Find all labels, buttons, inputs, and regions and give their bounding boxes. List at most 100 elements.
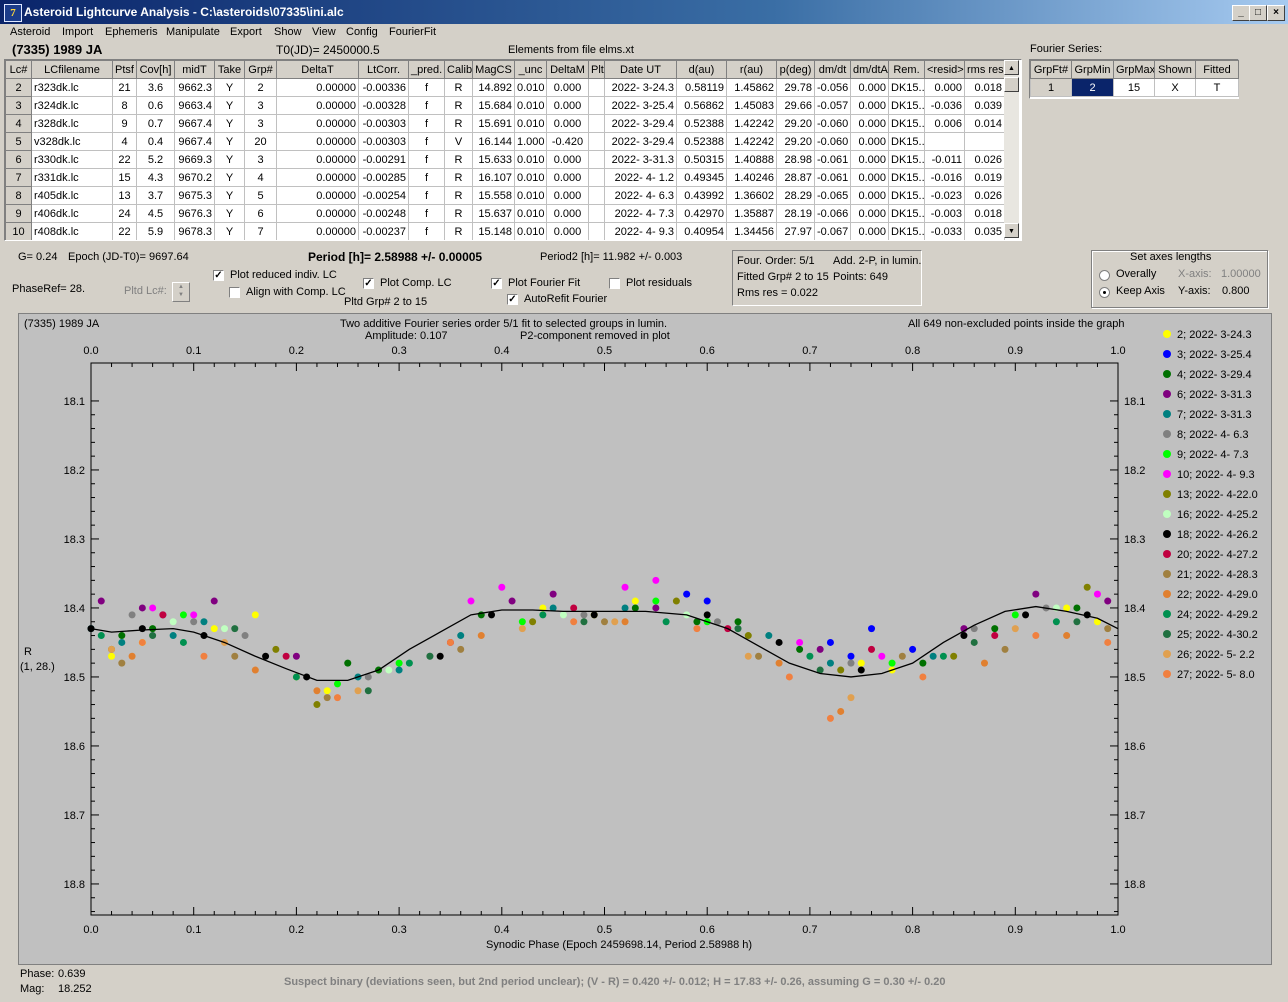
data-point	[354, 687, 362, 695]
data-point	[518, 625, 526, 633]
data-point	[960, 632, 968, 640]
legend-marker	[1163, 650, 1171, 658]
data-point	[580, 618, 588, 626]
data-point	[1104, 638, 1112, 646]
data-point	[1073, 604, 1081, 612]
data-point	[149, 604, 157, 612]
data-point	[97, 632, 105, 640]
data-point	[395, 666, 403, 674]
data-point	[549, 590, 557, 598]
data-point	[179, 611, 187, 619]
x-tick-label: 0.5	[597, 924, 612, 936]
data-point	[539, 611, 547, 619]
data-point	[755, 652, 763, 660]
data-point	[210, 597, 218, 605]
data-point	[919, 673, 927, 681]
data-point	[426, 652, 434, 660]
y-tick-label-right: 18.3	[1124, 534, 1145, 546]
data-point	[231, 625, 239, 633]
data-point	[118, 659, 126, 667]
data-point	[1052, 618, 1060, 626]
legend-marker	[1163, 430, 1171, 438]
legend-entry: 20; 2022- 4-27.2	[1177, 549, 1258, 561]
data-point	[313, 701, 321, 709]
data-point	[97, 597, 105, 605]
data-point	[128, 652, 136, 660]
data-point	[262, 652, 270, 660]
y-tick-label-right: 18.4	[1124, 603, 1145, 615]
legend-entry: 24; 2022- 4-29.2	[1177, 609, 1258, 621]
data-point	[272, 645, 280, 653]
legend-entry: 8; 2022- 4- 6.3	[1177, 429, 1249, 441]
data-point	[292, 652, 300, 660]
data-point	[149, 625, 157, 633]
data-point	[847, 659, 855, 667]
data-point	[323, 694, 331, 702]
data-point	[775, 659, 783, 667]
legend-entry: 16; 2022- 4-25.2	[1177, 509, 1258, 521]
x-tick-label-top: 0.5	[597, 345, 612, 357]
x-tick-label-top: 0.1	[186, 345, 201, 357]
x-tick-label: 0.6	[700, 924, 715, 936]
legend-entry: 9; 2022- 4- 7.3	[1177, 449, 1249, 461]
x-tick-label-top: 0.0	[83, 345, 98, 357]
data-point	[344, 659, 352, 667]
data-point	[1011, 625, 1019, 633]
data-point	[857, 666, 865, 674]
data-point	[744, 652, 752, 660]
x-tick-label: 0.1	[186, 924, 201, 936]
data-point	[601, 618, 608, 626]
x-tick-label: 0.8	[905, 924, 920, 936]
data-point	[231, 652, 239, 660]
data-point	[118, 638, 126, 646]
legend-entry: 3; 2022- 3-25.4	[1177, 349, 1252, 361]
legend-marker	[1163, 530, 1171, 538]
data-point	[888, 659, 896, 667]
data-point	[826, 638, 834, 646]
data-point	[621, 583, 629, 591]
data-point	[826, 659, 834, 667]
legend-marker	[1163, 510, 1171, 518]
data-point	[693, 625, 701, 633]
data-point	[631, 597, 639, 605]
legend-marker	[1163, 410, 1171, 418]
data-point	[857, 659, 865, 667]
data-point	[765, 632, 773, 640]
data-point	[621, 618, 629, 626]
data-point	[590, 611, 598, 619]
data-point	[179, 638, 187, 646]
phase-readout-label: Phase:	[20, 968, 55, 980]
data-point	[1022, 611, 1030, 619]
legend-entry: 18; 2022- 4-26.2	[1177, 529, 1258, 541]
data-point	[529, 618, 537, 626]
data-point	[241, 632, 249, 640]
data-point	[970, 638, 978, 646]
y-tick-label-right: 18.8	[1124, 879, 1145, 891]
legend-marker	[1163, 450, 1171, 458]
lightcurve-chart[interactable]: 0.0 0.0 0.1 0.1 0.2 0.2 0.3 0.3 0.4 0.4 0.5 0.5 0.6 0…	[0, 0, 1288, 1002]
data-point	[621, 604, 629, 612]
legend-marker	[1163, 570, 1171, 578]
data-point	[991, 632, 999, 640]
data-point	[703, 597, 711, 605]
data-point	[909, 645, 917, 653]
data-point	[785, 673, 793, 681]
y-tick-label-right: 18.5	[1124, 672, 1145, 684]
data-point	[734, 625, 742, 633]
legend-marker	[1163, 470, 1171, 478]
data-point	[138, 625, 146, 633]
data-point	[611, 618, 619, 626]
data-point	[292, 673, 300, 681]
x-tick-label: 0.7	[802, 924, 817, 936]
y-tick-label: 18.1	[64, 396, 85, 408]
legend-marker	[1163, 330, 1171, 338]
data-point	[950, 652, 958, 660]
x-tick-label: 0.4	[494, 924, 509, 936]
data-point	[580, 611, 588, 619]
legend-marker	[1163, 390, 1171, 398]
legend-entry: 21; 2022- 4-28.3	[1177, 569, 1258, 581]
x-tick-label: 0.3	[391, 924, 406, 936]
x-tick-label: 0.0	[83, 924, 98, 936]
data-point	[149, 632, 157, 640]
data-point	[457, 645, 465, 653]
